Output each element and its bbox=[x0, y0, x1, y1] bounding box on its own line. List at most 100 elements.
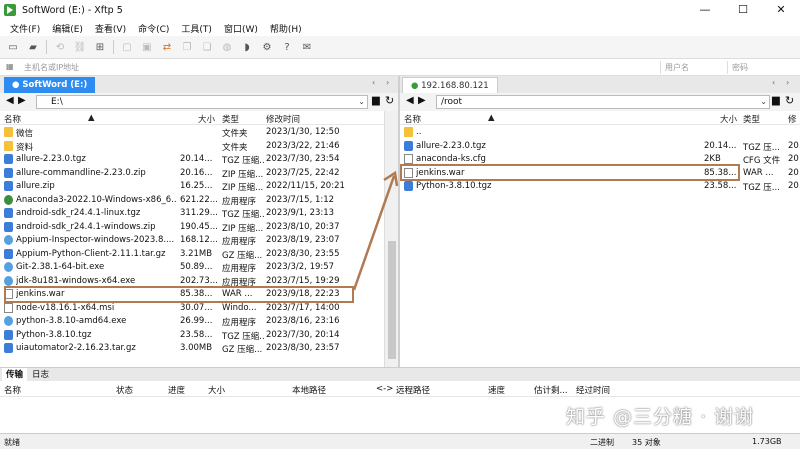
menu-file[interactable]: 文件(F) bbox=[10, 22, 40, 35]
refresh-icon[interactable]: ↻ bbox=[385, 94, 394, 107]
forward-icon[interactable]: ▶ bbox=[418, 95, 426, 106]
file-row[interactable]: node-v18.16.1-x64.msi 30.07... Windo... 202… bbox=[0, 302, 384, 316]
toolbar-divider bbox=[46, 40, 47, 54]
copy-icon[interactable]: ❐ bbox=[180, 40, 194, 54]
refresh-icon[interactable]: ↻ bbox=[785, 94, 794, 107]
menu-window[interactable]: 窗口(W) bbox=[224, 22, 258, 35]
file-row[interactable]: Appium-Python-Client-2.11.1.tar.gz 3.21MB… bbox=[0, 248, 384, 262]
col-local-path[interactable]: 本地路径 bbox=[292, 384, 326, 396]
new-session-icon[interactable]: ▭ bbox=[6, 40, 20, 54]
file-row[interactable]: allure-2.23.0.tgz 20.14... TGZ 压... 20 bbox=[400, 140, 800, 154]
file-row[interactable]: Appium-Inspector-windows-2023.8.... 168.1… bbox=[0, 234, 384, 248]
help-icon[interactable]: ? bbox=[280, 40, 294, 54]
local-file-list: 微信 文件夹 2023/1/30, 12:50 资料 文件夹 2023/3/22, 21:… bbox=[0, 125, 384, 367]
file-size: 26.99... bbox=[180, 316, 213, 326]
file-type: Windo... bbox=[222, 302, 257, 313]
tab-next-icon[interactable]: › bbox=[386, 78, 389, 87]
file-row[interactable]: allure.zip 16.25... ZIP 压缩... 2022/11/15, 2… bbox=[0, 180, 384, 194]
paste-icon[interactable]: ❏ bbox=[200, 40, 214, 54]
tab-prev-icon[interactable]: ‹ bbox=[372, 78, 375, 87]
chevron-down-icon[interactable]: ⌄ bbox=[358, 96, 365, 108]
menu-command[interactable]: 命令(C) bbox=[138, 22, 169, 35]
col-remote-path[interactable]: 远程路径 bbox=[396, 384, 430, 396]
new-file-icon[interactable]: ▢ bbox=[120, 40, 134, 54]
menu-tools[interactable]: 工具(T) bbox=[181, 22, 212, 35]
file-row[interactable]: .. bbox=[400, 126, 800, 140]
col-name[interactable]: 名称 bbox=[4, 384, 21, 396]
sync-icon[interactable]: ⇄ bbox=[160, 40, 174, 54]
tab-next-icon[interactable]: › bbox=[786, 78, 789, 87]
folder-up-icon[interactable]: ▆ bbox=[772, 95, 780, 106]
file-row[interactable]: android-sdk_r24.4.1-linux.tgz 311.29... TG… bbox=[0, 207, 384, 221]
file-row[interactable]: Git-2.38.1-64-bit.exe 50.89... 应用程序 2023/3/… bbox=[0, 261, 384, 275]
file-type: WAR ... bbox=[743, 167, 774, 178]
file-row[interactable]: android-sdk_r24.4.1-windows.zip 190.45...… bbox=[0, 221, 384, 235]
file-row[interactable]: python-3.8.10-amd64.exe 26.99... 应用程序 2023/… bbox=[0, 315, 384, 329]
col-size[interactable]: 大小 bbox=[198, 113, 215, 125]
back-icon[interactable]: ◀ bbox=[406, 95, 414, 106]
forward-icon[interactable]: ▶ bbox=[18, 95, 26, 106]
file-row[interactable]: Python-3.8.10.tgz 23.58... TGZ 压... 20 bbox=[400, 180, 800, 194]
col-status[interactable]: 状态 bbox=[116, 384, 133, 396]
file-type: ZIP 压缩... bbox=[222, 183, 264, 193]
local-path-input[interactable]: E:\ ⌄ bbox=[36, 95, 368, 109]
file-row[interactable]: allure-2.23.0.tgz 20.14... TGZ 压缩... 2023/7… bbox=[0, 153, 384, 167]
address-divider bbox=[727, 61, 728, 74]
col-type[interactable]: 类型 bbox=[222, 113, 239, 125]
remote-path-input[interactable]: /root ⌄ bbox=[436, 95, 770, 109]
open-folder-icon[interactable]: ▰ bbox=[26, 40, 40, 54]
password-input[interactable]: 密码 bbox=[732, 62, 748, 73]
file-type: GZ 压缩... bbox=[222, 250, 263, 261]
chevron-down-icon[interactable]: ⌄ bbox=[760, 96, 767, 108]
username-input[interactable]: 用户名 bbox=[665, 62, 689, 73]
tab-prev-icon[interactable]: ‹ bbox=[772, 78, 775, 87]
close-button[interactable]: ✕ bbox=[762, 0, 800, 20]
maximize-button[interactable]: ☐ bbox=[724, 0, 762, 20]
file-row[interactable]: allure-commandline-2.23.0.zip 20.16... ZIP… bbox=[0, 167, 384, 181]
col-direction[interactable]: <-> bbox=[376, 384, 393, 394]
file-size: 50.89... bbox=[180, 262, 213, 272]
folder-up-icon[interactable]: ▆ bbox=[372, 95, 380, 106]
file-row[interactable]: 微信 文件夹 2023/1/30, 12:50 bbox=[0, 126, 384, 140]
chat-icon[interactable]: ✉ bbox=[300, 40, 314, 54]
col-elapsed[interactable]: 经过时间 bbox=[576, 384, 610, 396]
back-icon[interactable]: ◀ bbox=[6, 95, 14, 106]
col-name[interactable]: 名称 bbox=[4, 113, 21, 125]
new-folder-icon[interactable]: ▣ bbox=[140, 40, 154, 54]
col-mtime[interactable]: 修 bbox=[788, 113, 797, 125]
file-row[interactable]: Python-3.8.10.tgz 23.58... TGZ 压缩... 2023/7… bbox=[0, 329, 384, 343]
menu-help[interactable]: 帮助(H) bbox=[270, 22, 302, 35]
file-size: 30.07... bbox=[180, 302, 213, 313]
col-eta[interactable]: 估计剩... bbox=[534, 384, 568, 396]
menu-bar: 文件(F) 编辑(E) 查看(V) 命令(C) 工具(T) 窗口(W) 帮助(H… bbox=[0, 20, 800, 36]
sort-caret-icon: ▲ bbox=[88, 113, 95, 123]
tab-local[interactable]: ● SoftWord (E:) bbox=[4, 77, 96, 93]
tab-transfer[interactable]: 传输 bbox=[2, 368, 28, 382]
col-type[interactable]: 类型 bbox=[743, 113, 760, 125]
col-mtime[interactable]: 修改时间 bbox=[266, 113, 300, 125]
col-progress[interactable]: 进度 bbox=[168, 384, 185, 396]
reconnect-icon[interactable]: ⟲ bbox=[53, 40, 67, 54]
file-size: 20.14... bbox=[704, 140, 737, 151]
settings-icon[interactable]: ⚙ bbox=[260, 40, 274, 54]
file-size: 16.25... bbox=[180, 181, 213, 191]
host-input[interactable]: 主机名或IP地址 bbox=[24, 62, 79, 73]
file-row[interactable]: 资料 文件夹 2023/3/22, 21:46 bbox=[0, 140, 384, 154]
menu-view[interactable]: 查看(V) bbox=[95, 22, 126, 35]
xshell-icon[interactable]: ◗ bbox=[240, 40, 254, 54]
menu-edit[interactable]: 编辑(E) bbox=[52, 22, 83, 35]
col-name[interactable]: 名称 bbox=[404, 113, 421, 125]
properties-icon[interactable]: ⊞ bbox=[93, 40, 107, 54]
file-row[interactable]: uiautomator2-2.16.23.tar.gz 3.00MB GZ 压缩..… bbox=[0, 342, 384, 356]
tab-log[interactable]: 日志 bbox=[28, 368, 53, 382]
col-size[interactable]: 大小 bbox=[208, 384, 225, 396]
tab-remote[interactable]: ● 192.168.80.121 bbox=[402, 77, 498, 93]
minimize-button[interactable]: — bbox=[686, 0, 724, 20]
col-size[interactable]: 大小 bbox=[720, 113, 737, 125]
globe-icon[interactable]: ◍ bbox=[220, 40, 234, 54]
file-mtime: 20 bbox=[788, 181, 799, 191]
col-speed[interactable]: 速度 bbox=[488, 384, 505, 396]
file-row[interactable]: Anaconda3-2022.10-Windows-x86_6... 621.22… bbox=[0, 194, 384, 208]
file-name: anaconda-ks.cfg bbox=[416, 154, 486, 164]
disconnect-icon[interactable]: ⛓ bbox=[73, 40, 87, 54]
